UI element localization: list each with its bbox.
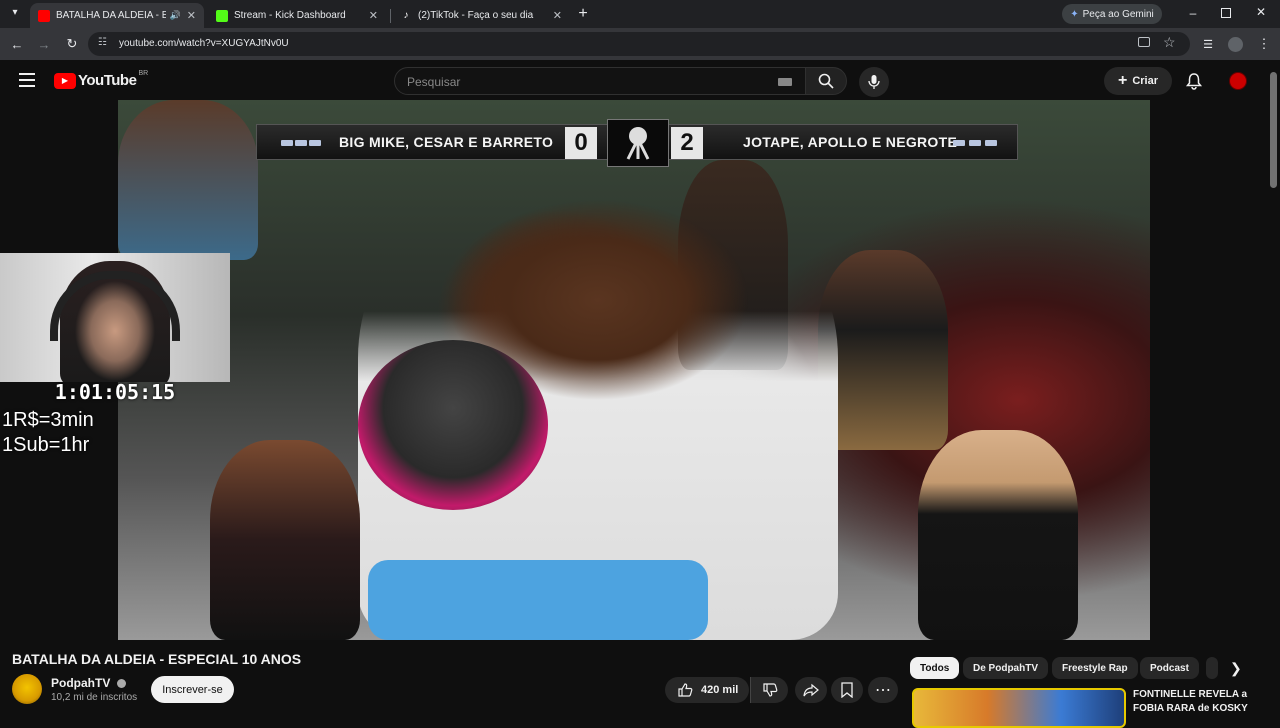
bookmark-icon — [841, 682, 853, 698]
gemini-label: Peça ao Gemini — [1082, 8, 1154, 20]
video-scene — [118, 100, 258, 260]
left-score: 0 — [565, 127, 597, 159]
streamer-webcam — [0, 253, 230, 382]
video-player[interactable]: BIG MIKE, CESAR E BARRETO 0 2 JOTAPE, AP… — [118, 100, 1150, 640]
maximize-window-icon[interactable] — [1221, 8, 1231, 18]
search-input[interactable]: Pesquisar — [394, 67, 806, 95]
recommendation-thumbnail[interactable] — [912, 688, 1126, 728]
recommendation-title[interactable]: FONTINELLE REVELA a FOBIA RARA de KOSKY — [1133, 688, 1273, 716]
tab-title: (2)TikTok - Faça o seu dia — [418, 10, 534, 21]
youtube-play-icon: ▶ — [54, 72, 76, 89]
cast-icon[interactable] — [1138, 37, 1150, 47]
tab-tiktok[interactable]: ♪ (2)TikTok - Faça o seu dia ✕ — [392, 3, 570, 28]
dislike-button[interactable] — [750, 677, 788, 703]
channel-name[interactable]: PodpahTV — [51, 676, 126, 690]
chip-overflow[interactable] — [1206, 657, 1218, 679]
profile-avatar[interactable] — [1228, 37, 1243, 52]
thumbs-up-icon — [678, 683, 693, 697]
address-bar[interactable]: ☷ youtube.com/watch?v=XUGYAJtNv0U ☆ — [88, 32, 1190, 56]
tab-list-menu-icon[interactable]: ▾ — [8, 7, 22, 21]
close-tab-icon[interactable]: ✕ — [553, 9, 562, 22]
close-tab-icon[interactable]: ✕ — [369, 9, 378, 22]
site-info-icon[interactable]: ☷ — [98, 37, 107, 48]
url-text[interactable]: youtube.com/watch?v=XUGYAJtNv0U — [119, 38, 289, 49]
tab-separator — [390, 9, 391, 23]
notifications-bell-icon[interactable] — [1185, 72, 1203, 90]
account-avatar[interactable] — [1229, 72, 1247, 90]
youtube-header: ▶ YouTube BR Pesquisar + Criar — [0, 60, 1268, 102]
create-button[interactable]: + Criar — [1104, 67, 1172, 95]
chips-next-arrow-icon[interactable]: ❯ — [1230, 660, 1242, 677]
keyboard-icon[interactable] — [778, 78, 792, 86]
gemini-button[interactable]: ✦ Peça ao Gemini — [1062, 4, 1162, 24]
youtube-logo[interactable]: ▶ YouTube BR — [54, 70, 149, 89]
aldeia-tree-logo — [607, 119, 669, 167]
share-arrow-icon — [803, 683, 819, 697]
plus-icon: + — [1117, 72, 1128, 89]
like-button[interactable]: 420 mil — [665, 677, 749, 703]
subscriber-count: 10,2 mi de inscritos — [51, 692, 138, 703]
voice-search-button[interactable] — [859, 67, 889, 97]
media-controls-icon[interactable]: ☰ — [1198, 34, 1218, 54]
scoreboard: BIG MIKE, CESAR E BARRETO 0 2 JOTAPE, AP… — [256, 119, 1018, 167]
video-title: BATALHA DA ALDEIA - ESPECIAL 10 ANOS — [12, 651, 302, 667]
region-code: BR — [138, 70, 149, 77]
minimize-window-icon[interactable]: – — [1186, 6, 1200, 20]
new-tab-button[interactable]: + — [574, 5, 592, 23]
right-team-name: JOTAPE, APOLLO E NEGROTE — [743, 134, 958, 150]
close-tab-icon[interactable]: ✕ — [187, 9, 196, 22]
search-icon — [818, 73, 834, 89]
search-placeholder: Pesquisar — [407, 75, 461, 89]
hamburger-menu-icon[interactable] — [19, 73, 35, 87]
youtube-wordmark: YouTube — [78, 72, 137, 89]
page-scrollbar[interactable] — [1270, 72, 1277, 188]
headphones-icon — [50, 271, 180, 341]
left-team-name: BIG MIKE, CESAR E BARRETO — [339, 134, 554, 150]
chip-de-podpahtv[interactable]: De PodpahTV — [963, 657, 1049, 679]
speaker-icon[interactable]: 🔊 — [170, 10, 181, 21]
tab-title: Stream - Kick Dashboard — [234, 10, 346, 21]
subscribe-button[interactable]: Inscrever-se — [151, 676, 234, 703]
back-icon[interactable]: ← — [7, 34, 27, 54]
browser-tab-strip: ▾ BATALHA DA ALDEIA - ESPECIAL 10 ANOS 🔊… — [0, 0, 1280, 28]
team-flag-icon — [281, 140, 293, 146]
bookmark-star-icon[interactable]: ☆ — [1163, 34, 1176, 51]
right-score: 2 — [671, 127, 703, 159]
tiktok-favicon-icon: ♪ — [403, 9, 409, 21]
save-button[interactable] — [831, 677, 863, 703]
create-label: Criar — [1132, 75, 1159, 87]
chip-freestyle-rap[interactable]: Freestyle Rap — [1052, 657, 1138, 679]
kick-favicon-icon — [216, 9, 228, 22]
microphone-icon — [868, 75, 880, 89]
share-button[interactable] — [795, 677, 827, 703]
close-window-icon[interactable]: ✕ — [1254, 5, 1268, 19]
browser-toolbar: ← → ↻ ☷ youtube.com/watch?v=XUGYAJtNv0U … — [0, 28, 1280, 60]
donation-rule-text: 1R$=3min — [2, 409, 94, 431]
reload-icon[interactable]: ↻ — [62, 34, 82, 54]
chip-todos[interactable]: Todos — [910, 657, 960, 679]
thumbs-down-icon — [762, 683, 777, 697]
forward-icon[interactable]: → — [34, 34, 54, 54]
chip-podcast[interactable]: Podcast — [1140, 657, 1199, 679]
subathon-timer: 1:01:05:15 — [54, 380, 176, 404]
sub-rule-text: 1Sub=1hr — [2, 434, 90, 456]
gemini-sparkle-icon: ✦ — [1070, 8, 1079, 20]
tab-youtube[interactable]: BATALHA DA ALDEIA - ESPECIAL 10 ANOS 🔊 ✕ — [30, 3, 204, 28]
verified-badge-icon — [116, 679, 126, 689]
channel-name-text: PodpahTV — [51, 676, 111, 690]
like-count: 420 mil — [701, 684, 739, 696]
browser-menu-icon[interactable]: ⋮ — [1254, 34, 1274, 54]
tab-title: BATALHA DA ALDEIA - ESPECIAL 10 ANOS — [56, 10, 166, 21]
more-actions-icon[interactable]: ⋯ — [868, 677, 898, 703]
search-button[interactable] — [805, 67, 847, 95]
channel-avatar[interactable] — [12, 674, 42, 704]
tab-kick[interactable]: Stream - Kick Dashboard ✕ — [208, 3, 386, 28]
youtube-favicon-icon — [38, 9, 50, 22]
